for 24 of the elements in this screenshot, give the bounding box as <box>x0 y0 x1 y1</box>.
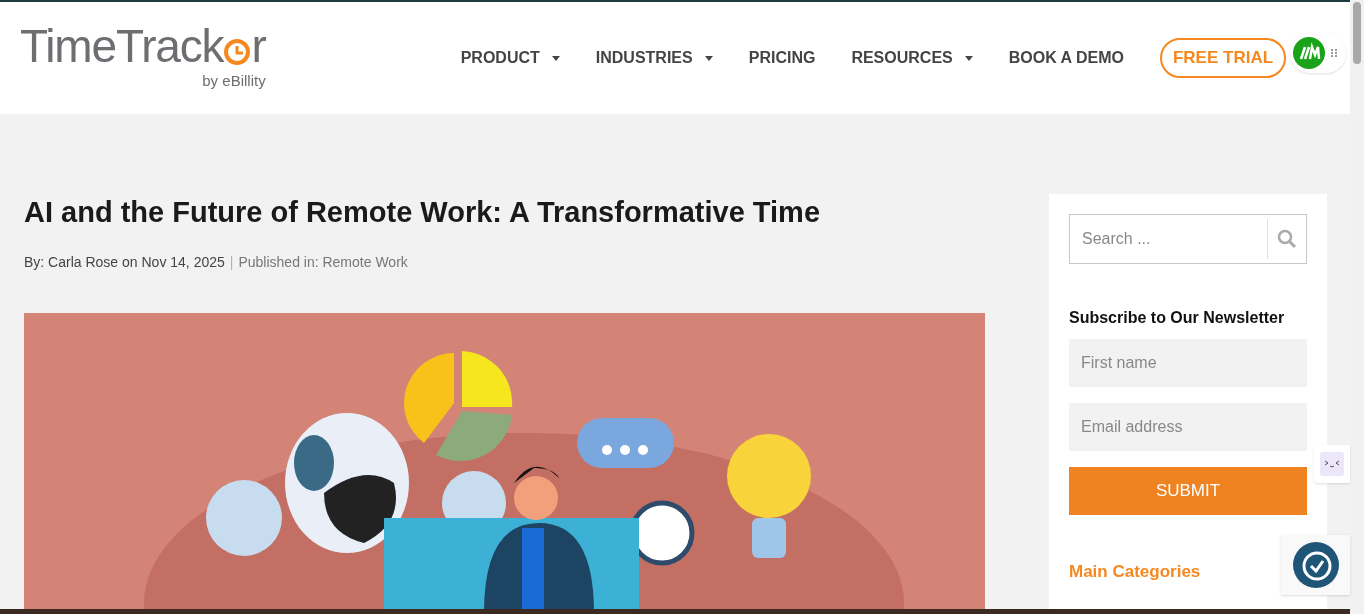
logo-text: TimeTrack <box>20 23 224 70</box>
article-byline: By: Carla Rose on Nov 14, 2025 <box>24 253 225 273</box>
logo-icon <box>1293 37 1325 69</box>
nav-link[interactable]: PRICING <box>748 46 816 70</box>
clock-icon <box>223 36 252 67</box>
input-field[interactable]: First name <box>1069 339 1307 387</box>
input-field[interactable]: Email address <box>1069 403 1307 451</box>
logo-text: r <box>251 23 266 70</box>
emoji-face-icon[interactable] <box>1320 452 1344 476</box>
nav-link[interactable]: RESOURCES <box>851 46 973 70</box>
drag-handle-icon[interactable] <box>1330 48 1338 58</box>
categories-title: Main Categories <box>1069 561 1202 583</box>
timer-icon[interactable] <box>1292 542 1339 588</box>
logo-byline: by eBillity <box>202 71 266 92</box>
nav-link[interactable]: PRODUCT <box>460 46 560 70</box>
newsletter-title: Subscribe to Our Newsletter <box>1069 308 1286 328</box>
article-title: AI and the Future of Remote Work: A Transformative Time <box>24 195 821 230</box>
article-category: Published in: Remote Work <box>238 253 408 273</box>
nav-link[interactable]: INDUSTRIES <box>595 46 713 70</box>
caret-icon <box>704 55 713 61</box>
caret-icon <box>551 55 560 61</box>
separator: | <box>229 253 234 273</box>
caret-icon <box>964 55 973 61</box>
nav-link[interactable]: BOOK A DEMO <box>1008 46 1124 70</box>
